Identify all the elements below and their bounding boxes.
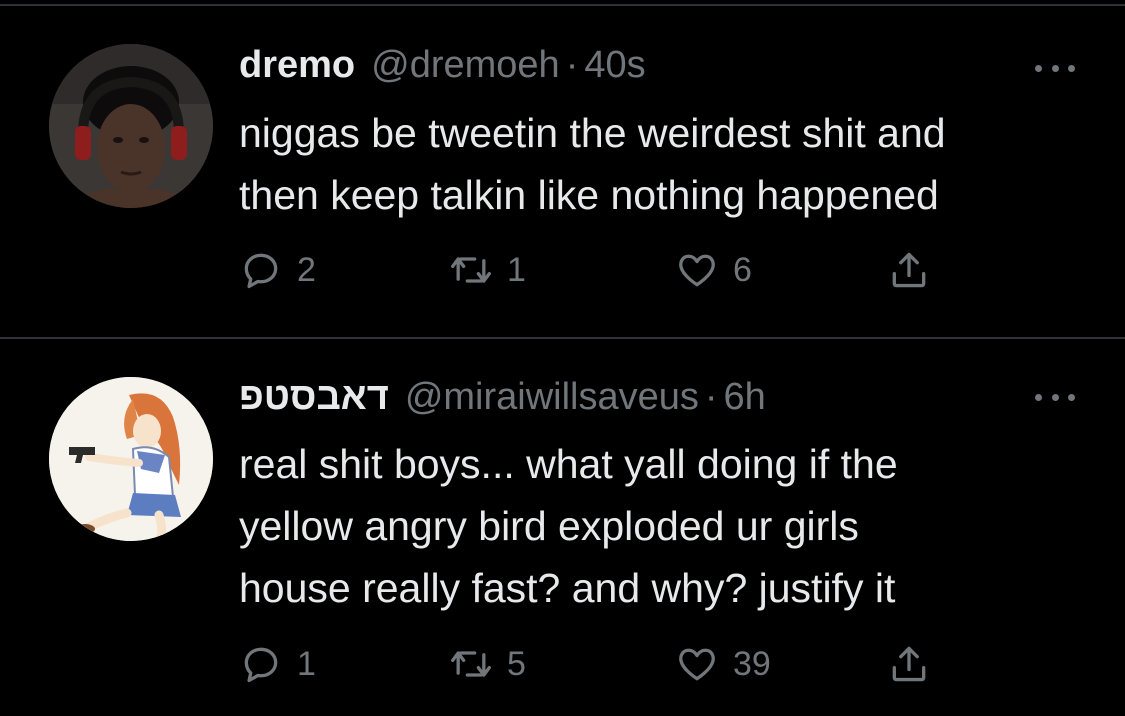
like-count: 6 xyxy=(733,250,752,289)
reply-icon xyxy=(244,253,278,289)
display-name[interactable]: dremo xyxy=(239,44,355,87)
reply-count: 1 xyxy=(297,644,316,683)
avatar-photo xyxy=(49,44,213,208)
reply-button[interactable]: 1 xyxy=(239,639,316,689)
display-name[interactable]: דאבסטפ xyxy=(239,376,389,419)
divider xyxy=(0,4,1125,6)
avatar[interactable] xyxy=(49,44,213,208)
timeline: dremo @dremoeh · 40s niggas be tweetin t… xyxy=(0,0,1125,716)
retweet-count: 1 xyxy=(507,250,526,289)
tweet-text: niggas be tweetin the weirdest shit and … xyxy=(239,102,1089,226)
divider xyxy=(0,337,1125,339)
like-button[interactable]: 39 xyxy=(675,639,771,689)
reply-button[interactable]: 2 xyxy=(239,245,316,295)
retweet-button[interactable]: 1 xyxy=(449,245,526,295)
retweet-button[interactable]: 5 xyxy=(449,639,526,689)
separator-dot: · xyxy=(565,44,579,86)
more-icon[interactable] xyxy=(1035,387,1075,407)
tweet-text: real shit boys... what yall doing if the… xyxy=(239,433,1089,619)
timestamp[interactable]: 6h xyxy=(724,376,766,419)
share-icon xyxy=(892,252,926,288)
avatar[interactable] xyxy=(49,377,213,541)
reply-icon xyxy=(244,647,278,683)
user-handle[interactable]: @miraiwillsaveus xyxy=(405,376,699,419)
like-count: 39 xyxy=(733,644,771,683)
heart-icon xyxy=(679,648,715,681)
tweet[interactable]: דאבסטפ @miraiwillsaveus · 6h real shit b… xyxy=(0,340,1125,716)
retweet-icon xyxy=(451,257,491,283)
tweet-text-line: then keep talkin like nothing happened xyxy=(239,172,939,218)
timestamp[interactable]: 40s xyxy=(584,44,645,87)
tweet-text-line: real shit boys... what yall doing if the xyxy=(239,441,898,487)
reply-count: 2 xyxy=(297,250,316,289)
avatar-illustration xyxy=(49,377,213,541)
tweet-header: dremo @dremoeh · 40s xyxy=(239,44,646,94)
retweet-count: 5 xyxy=(507,644,526,683)
heart-icon xyxy=(679,254,715,287)
tweet-text-line: niggas be tweetin the weirdest shit and xyxy=(239,110,946,156)
user-handle[interactable]: @dremoeh xyxy=(371,44,560,87)
share-icon xyxy=(892,646,926,682)
retweet-icon xyxy=(451,651,491,677)
tweet-header: דאבסטפ @miraiwillsaveus · 6h xyxy=(239,376,766,426)
more-icon[interactable] xyxy=(1035,58,1075,78)
like-button[interactable]: 6 xyxy=(675,245,752,295)
tweet-text-line: house really fast? and why? justify it xyxy=(239,565,896,611)
tweet-actions: 2 1 6 xyxy=(239,245,959,295)
tweet-text-line: yellow angry bird exploded ur girls xyxy=(239,503,859,549)
separator-dot: · xyxy=(704,376,718,418)
tweet-actions: 1 5 39 xyxy=(239,639,959,689)
share-button[interactable] xyxy=(887,639,931,689)
share-button[interactable] xyxy=(887,245,931,295)
tweet[interactable]: dremo @dremoeh · 40s niggas be tweetin t… xyxy=(0,8,1125,336)
